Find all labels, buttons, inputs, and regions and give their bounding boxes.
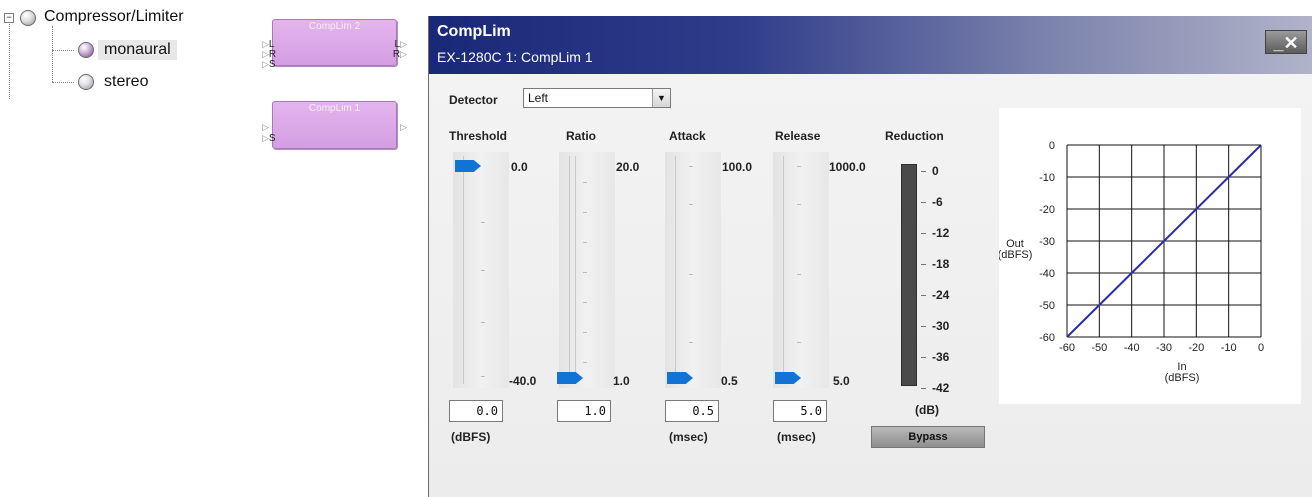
tree-item-stereo[interactable]: stereo — [104, 72, 148, 92]
y-tick-label: -50 — [1039, 300, 1055, 312]
x-tick-label: 0 — [1258, 342, 1264, 354]
attack-unit: (msec) — [669, 430, 708, 444]
tree-line — [52, 26, 53, 82]
component-orb-icon — [20, 10, 36, 26]
close-button[interactable]: _✕ — [1265, 30, 1307, 54]
x-axis-label: (dBFS) — [1165, 372, 1200, 384]
reduction-meter — [901, 164, 917, 386]
y-tick-label: -10 — [1039, 172, 1055, 184]
y-tick-label: -60 — [1039, 332, 1055, 344]
threshold-unit: (dBFS) — [451, 430, 491, 444]
ratio-max-label: 20.0 — [616, 160, 640, 174]
reduction-unit: (dB) — [915, 403, 939, 417]
ratio-input[interactable]: 1.0 — [557, 400, 611, 422]
y-tick-label: -20 — [1039, 204, 1055, 216]
dialog-titlebar[interactable]: CompLim EX-1280C 1: CompLim 1 _✕ — [429, 16, 1312, 74]
x-tick-label: -50 — [1091, 342, 1107, 354]
complim-dialog: CompLim EX-1280C 1: CompLim 1 _✕ Detecto… — [428, 16, 1312, 497]
output-pin-r[interactable]: R▷ — [393, 49, 407, 60]
release-unit: (msec) — [777, 430, 816, 444]
reduction-tick — [921, 171, 926, 172]
detector-label: Detector — [449, 93, 498, 107]
reduction-tick — [921, 202, 926, 203]
attack-label: Attack — [669, 129, 706, 143]
dialog-title: CompLim — [437, 23, 511, 40]
block-title: CompLim 1 — [308, 103, 361, 114]
attack-slider-track[interactable] — [665, 152, 721, 388]
reduction-tick — [921, 233, 926, 234]
reduction-tick-label: -42 — [932, 381, 950, 395]
reduction-tick-label: -30 — [932, 319, 950, 333]
input-pin-unlabeled[interactable]: ▷ — [262, 122, 269, 133]
component-orb-icon — [78, 74, 94, 90]
input-pin-s[interactable]: ▷S — [262, 59, 276, 70]
reduction-tick-label: -18 — [932, 257, 950, 271]
detector-select[interactable]: Left ▼ — [523, 88, 671, 108]
attack-min-label: 0.5 — [721, 374, 738, 388]
y-tick-label: -40 — [1039, 268, 1055, 280]
reduction-tick — [921, 326, 926, 327]
reduction-label: Reduction — [885, 129, 944, 143]
output-pin[interactable]: ▷ — [400, 122, 407, 133]
release-label: Release — [775, 129, 821, 143]
attack-max-label: 100.0 — [722, 160, 753, 174]
y-tick-label: -30 — [1039, 236, 1055, 248]
ratio-min-label: 1.0 — [613, 374, 630, 388]
release-slider-track[interactable] — [773, 152, 829, 388]
release-min-label: 5.0 — [833, 374, 850, 388]
reduction-tick-label: -6 — [932, 195, 943, 209]
threshold-slider-track[interactable] — [453, 152, 509, 388]
reduction-tick-label: -24 — [932, 288, 950, 302]
chevron-down-icon[interactable]: ▼ — [652, 89, 670, 107]
x-tick-label: -20 — [1188, 342, 1204, 354]
reduction-tick — [921, 357, 926, 358]
x-tick-label: -30 — [1156, 342, 1172, 354]
tree-line — [52, 82, 74, 83]
complim2-block[interactable]: CompLim 2 ▷L ▷R ▷S L▷ R▷ — [262, 19, 407, 70]
tree-item-monaural[interactable]: monaural — [98, 40, 177, 60]
reduction-tick — [921, 264, 926, 265]
input-pin-s[interactable]: ▷S — [262, 133, 276, 144]
ratio-label: Ratio — [566, 129, 596, 143]
threshold-max-label: 0.0 — [511, 160, 528, 174]
complim1-block[interactable]: CompLim 1 ▷ ▷S ▷ — [262, 101, 407, 149]
transfer-curve-chart: -60 -50 -40 -30 -20 -10 00-10-20-30-40-50-60In… — [998, 140, 1264, 384]
reduction-tick — [921, 295, 926, 296]
bypass-button[interactable]: Bypass — [871, 426, 985, 448]
reduction-tick-label: -12 — [932, 226, 950, 240]
tree-line — [52, 50, 74, 51]
tree-line — [9, 24, 10, 99]
x-tick-label: -10 — [1221, 342, 1237, 354]
collapse-toggle-icon[interactable]: − — [4, 13, 14, 23]
threshold-input[interactable]: 0.0 — [449, 400, 503, 422]
reduction-tick — [921, 388, 926, 389]
transfer-curve-panel: -60 -50 -40 -30 -20 -10 0 0 -10 -20 -30 -40 -50 -60 In… — [998, 108, 1301, 404]
x-tick-label: -40 — [1124, 342, 1140, 354]
attack-input[interactable]: 0.5 — [665, 400, 719, 422]
ratio-slider-track[interactable] — [559, 152, 615, 388]
release-input[interactable]: 5.0 — [773, 400, 827, 422]
release-max-label: 1000.0 — [829, 160, 866, 174]
reduction-tick-label: -36 — [932, 350, 950, 364]
block-title: CompLim 2 — [308, 21, 361, 32]
y-axis-label: (dBFS) — [999, 249, 1032, 261]
x-tick-label: -60 — [1059, 342, 1075, 354]
dialog-subtitle: EX-1280C 1: CompLim 1 — [437, 49, 593, 65]
reduction-tick-label: 0 — [932, 164, 939, 178]
component-orb-icon — [78, 42, 94, 58]
y-tick-label: 0 — [1049, 140, 1055, 152]
detector-value: Left — [528, 91, 549, 105]
tree-root-compressor-limiter[interactable]: Compressor/Limiter — [44, 7, 184, 27]
threshold-min-label: -40.0 — [509, 374, 537, 388]
threshold-label: Threshold — [449, 129, 508, 143]
